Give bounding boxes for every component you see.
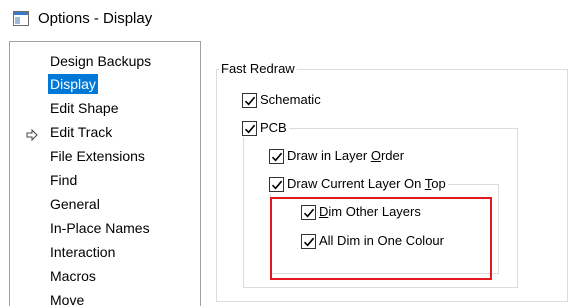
pcb-checkbox-row[interactable]: PCB <box>242 119 289 137</box>
draw-in-layer-order-row[interactable]: Draw in Layer Order <box>269 147 407 165</box>
nav-item-macros[interactable]: Macros <box>48 266 98 286</box>
nav-item-display[interactable]: Display <box>48 74 98 94</box>
pcb-label: PCB <box>260 120 287 135</box>
schematic-checkbox-row[interactable]: Schematic <box>242 91 323 109</box>
window-title: Options - Display <box>38 10 153 27</box>
fast-redraw-label: Fast Redraw <box>219 61 297 77</box>
draw-in-layer-order-label: Draw in Layer Order <box>287 148 404 164</box>
nav-item-edit-track[interactable]: Edit Track <box>48 122 114 142</box>
check-mark-icon <box>271 180 283 189</box>
draw-current-layer-on-top-text-prefix: Draw Current Layer On <box>287 176 425 191</box>
nav-item-general[interactable]: General <box>48 194 102 214</box>
draw-current-layer-on-top-row[interactable]: Draw Current Layer On Top <box>269 175 448 193</box>
nav-item-file-extensions[interactable]: File Extensions <box>48 146 147 166</box>
schematic-checkbox[interactable] <box>242 92 257 108</box>
nav-item-design-backups[interactable]: Design Backups <box>48 51 153 71</box>
nav-item-in-place-names[interactable]: In-Place Names <box>48 218 152 238</box>
title-bar: Options - Display <box>0 0 568 40</box>
draw-in-layer-order-text-prefix: Draw in Layer <box>287 148 371 163</box>
draw-current-layer-on-top-text-suffix: op <box>431 176 446 191</box>
pcb-checkbox[interactable] <box>242 120 257 136</box>
app-window-icon <box>13 11 29 26</box>
draw-current-layer-on-top-label: Draw Current Layer On Top <box>287 176 446 192</box>
check-mark-icon <box>244 124 256 133</box>
options-category-list[interactable]: Design Backups Display Edit Shape Edit T… <box>9 41 201 306</box>
schematic-label: Schematic <box>260 92 321 107</box>
selected-arrow-icon <box>26 128 38 142</box>
nav-item-edit-shape[interactable]: Edit Shape <box>48 98 121 118</box>
draw-in-layer-order-text-suffix: rder <box>380 148 405 163</box>
draw-in-layer-order-checkbox[interactable] <box>269 148 284 164</box>
draw-current-layer-on-top-checkbox[interactable] <box>269 176 284 192</box>
check-mark-icon <box>244 96 256 105</box>
highlight-annotation-box <box>270 197 492 280</box>
nav-item-interaction[interactable]: Interaction <box>48 242 117 262</box>
nav-item-move[interactable]: Move <box>48 290 86 306</box>
check-mark-icon <box>271 152 283 161</box>
draw-in-layer-order-accelerator: O <box>370 148 381 163</box>
nav-item-find[interactable]: Find <box>48 170 79 190</box>
options-window: Options - Display Design Backups Display… <box>0 0 568 306</box>
